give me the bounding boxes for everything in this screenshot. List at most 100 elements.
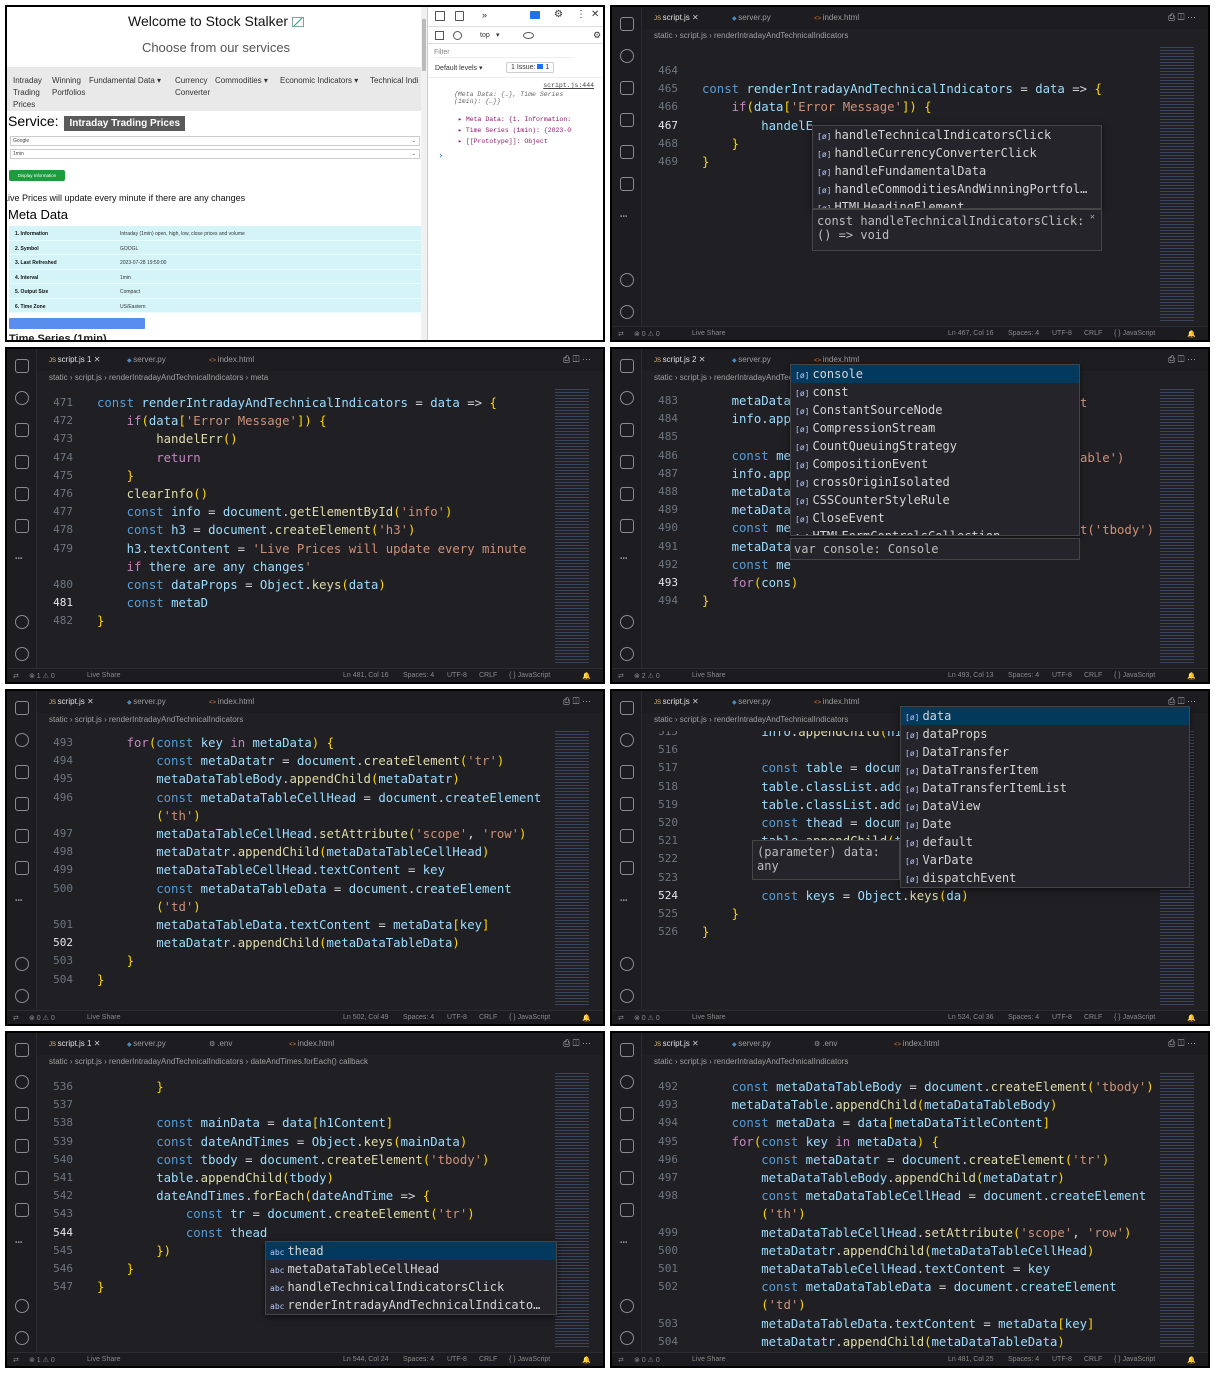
suggestion-item[interactable]: [ø] dispatchEvent bbox=[901, 869, 1189, 887]
close-tab-icon[interactable]: ✕ bbox=[91, 1039, 101, 1048]
line-endings[interactable]: CRLF bbox=[479, 672, 497, 679]
explorer-icon[interactable] bbox=[15, 359, 29, 373]
context-dropdown-icon[interactable]: ▾ bbox=[496, 31, 500, 39]
more-icon[interactable]: ⋯ bbox=[620, 551, 634, 565]
log-entry[interactable]: ▸ Time Series (1min): {2023-0 bbox=[458, 125, 571, 136]
symbol-select[interactable]: Google ⌄ bbox=[10, 136, 420, 146]
remote-icon[interactable]: ⇄ bbox=[618, 672, 624, 680]
console-settings-gear-icon[interactable]: ⚙ bbox=[593, 30, 601, 41]
indentation[interactable]: Spaces: 4 bbox=[403, 672, 434, 679]
interval-select[interactable]: 1min ⌄ bbox=[10, 149, 420, 159]
language-mode[interactable]: { } JavaScript bbox=[1114, 1014, 1155, 1021]
notifications-bell-icon[interactable]: 🔔 bbox=[1187, 1014, 1196, 1022]
extensions-icon[interactable] bbox=[620, 861, 634, 875]
suggestion-item[interactable]: abc handleTechnicalIndicatorsClick bbox=[266, 1278, 556, 1296]
suggestion-item[interactable]: [ø] handleFundamentalData bbox=[813, 162, 1101, 180]
explorer-icon[interactable] bbox=[620, 701, 634, 715]
search-icon[interactable] bbox=[620, 733, 634, 747]
remote-explorer-icon[interactable] bbox=[620, 829, 634, 843]
minimap[interactable] bbox=[555, 731, 589, 1006]
tab-server-py[interactable]: ◆ server.py bbox=[732, 355, 771, 364]
line-endings[interactable]: CRLF bbox=[1084, 330, 1102, 337]
remote-icon[interactable]: ⇄ bbox=[618, 330, 624, 338]
remote-icon[interactable]: ⇄ bbox=[618, 1014, 624, 1022]
log-object-summary[interactable]: {Meta Data: {…}, Time Series (1min): {…}… bbox=[454, 91, 594, 105]
device-icon[interactable] bbox=[455, 11, 464, 21]
remote-icon[interactable]: ⇄ bbox=[13, 1356, 19, 1364]
breadcrumb-item[interactable]: renderIntradayAndTechnicalIndicators bbox=[714, 31, 848, 40]
indentation[interactable]: Spaces: 4 bbox=[1008, 672, 1039, 679]
tab-script-js[interactable]: JS script.js ✕ bbox=[654, 697, 699, 706]
breadcrumb-item[interactable]: static bbox=[49, 715, 68, 724]
manage-gear-icon[interactable] bbox=[15, 1331, 29, 1345]
tab-server-py[interactable]: ◆ server.py bbox=[732, 697, 771, 706]
search-icon[interactable] bbox=[620, 49, 634, 63]
extensions-icon[interactable] bbox=[15, 861, 29, 875]
suggestion-item[interactable]: [ø] ConstantSourceNode bbox=[791, 401, 1079, 419]
more-icon[interactable]: ⋯ bbox=[15, 551, 29, 565]
remote-explorer-icon[interactable] bbox=[15, 829, 29, 843]
breadcrumb-item[interactable]: script.js bbox=[75, 715, 102, 724]
manage-gear-icon[interactable] bbox=[15, 647, 29, 661]
cursor-position[interactable]: Ln 524, Col 36 bbox=[948, 1014, 994, 1021]
problems-indicator[interactable]: ⊗ 0 ⚠ 0 bbox=[29, 1014, 55, 1022]
breadcrumb-item[interactable]: renderIntradayAndTechnicalIndicators bbox=[714, 715, 848, 724]
suggestion-item[interactable]: [ø] default bbox=[901, 833, 1189, 851]
cursor-position[interactable]: Ln 502, Col 49 bbox=[343, 1014, 389, 1021]
notifications-bell-icon[interactable]: 🔔 bbox=[582, 672, 591, 680]
encoding[interactable]: UTF-8 bbox=[1052, 330, 1072, 337]
line-endings[interactable]: CRLF bbox=[479, 1014, 497, 1021]
cursor-position[interactable]: Ln 493, Col 13 bbox=[948, 672, 994, 679]
notifications-bell-icon[interactable]: 🔔 bbox=[1187, 330, 1196, 338]
source-control-icon[interactable] bbox=[620, 423, 634, 437]
suggestion-item[interactable]: [ø] CSSCounterStyleRule bbox=[791, 491, 1079, 509]
nav-item[interactable]: Currency Converter bbox=[175, 75, 210, 99]
nav-item[interactable]: Intraday Trading Prices bbox=[13, 75, 42, 111]
cursor-position[interactable]: Ln 544, Col 24 bbox=[343, 1356, 389, 1363]
tab-server-py[interactable]: ◆ server.py bbox=[732, 13, 771, 22]
suggestion-item[interactable]: [ø]HTMLFormControlsCollection bbox=[791, 527, 1079, 535]
tab-script-js[interactable]: JS script.js 1 ✕ bbox=[49, 355, 100, 364]
problems-indicator[interactable]: ⊗ 0 ⚠ 0 bbox=[634, 1014, 660, 1022]
indentation[interactable]: Spaces: 4 bbox=[403, 1014, 434, 1021]
explorer-icon[interactable] bbox=[620, 359, 634, 373]
tab-server-py[interactable]: ◆ server.py bbox=[127, 697, 166, 706]
log-levels-select[interactable]: Default levels ▾ bbox=[435, 64, 482, 72]
suggestion-item[interactable]: [ø] VarDate bbox=[901, 851, 1189, 869]
nav-item[interactable]: Commodities ▾ bbox=[215, 75, 268, 87]
suggestion-item[interactable]: [ø] CompositionEvent bbox=[791, 455, 1079, 473]
run-debug-icon[interactable] bbox=[620, 455, 634, 469]
remote-icon[interactable]: ⇄ bbox=[13, 672, 19, 680]
language-mode[interactable]: { } JavaScript bbox=[509, 672, 550, 679]
live-share-button[interactable]: Live Share bbox=[692, 330, 725, 337]
split-editor-icon[interactable]: ⎙ ◫ ⋯ bbox=[1168, 1038, 1196, 1049]
encoding[interactable]: UTF-8 bbox=[447, 672, 467, 679]
source-control-icon[interactable] bbox=[620, 1107, 634, 1121]
remote-explorer-icon[interactable] bbox=[620, 487, 634, 501]
more-icon[interactable]: ⋯ bbox=[620, 209, 634, 223]
language-mode[interactable]: { } JavaScript bbox=[509, 1014, 550, 1021]
manage-gear-icon[interactable] bbox=[15, 989, 29, 1003]
suggestion-item[interactable]: [ø] DataTransferItem bbox=[901, 761, 1189, 779]
tab-env[interactable]: ⚙ .env bbox=[814, 1039, 837, 1048]
console-filter-input[interactable]: Filter bbox=[434, 47, 574, 58]
breadcrumb-item[interactable]: static bbox=[654, 715, 673, 724]
extensions-icon[interactable] bbox=[620, 177, 634, 191]
inspect-icon[interactable] bbox=[435, 11, 445, 21]
display-information-button[interactable]: Display Information bbox=[9, 170, 65, 181]
tab-index-html[interactable]: <> index.html bbox=[814, 355, 859, 364]
nav-item[interactable]: Winning Portfolios bbox=[52, 75, 85, 99]
breadcrumb-item[interactable]: renderIntradayAndTechnicalIndicators bbox=[714, 1057, 848, 1066]
extensions-icon[interactable] bbox=[620, 519, 634, 533]
extensions-icon[interactable] bbox=[620, 1203, 634, 1217]
suggestion-item[interactable]: [ø] crossOriginIsolated bbox=[791, 473, 1079, 491]
suggestion-item[interactable]: [ø] const bbox=[791, 383, 1079, 401]
source-link[interactable]: script.js:444 bbox=[543, 82, 594, 89]
live-share-button[interactable]: Live Share bbox=[692, 1356, 725, 1363]
breadcrumb-item[interactable]: renderIntradayAndTechnicalIndicators bbox=[109, 1057, 243, 1066]
breadcrumb-item[interactable]: renderIntradayAndTechnicalIndicators bbox=[109, 373, 243, 382]
breadcrumb-item[interactable]: static bbox=[49, 1057, 68, 1066]
close-tab-icon[interactable]: ✕ bbox=[690, 697, 699, 706]
run-debug-icon[interactable] bbox=[15, 797, 29, 811]
tab-script-js[interactable]: JS script.js ✕ bbox=[49, 697, 94, 706]
